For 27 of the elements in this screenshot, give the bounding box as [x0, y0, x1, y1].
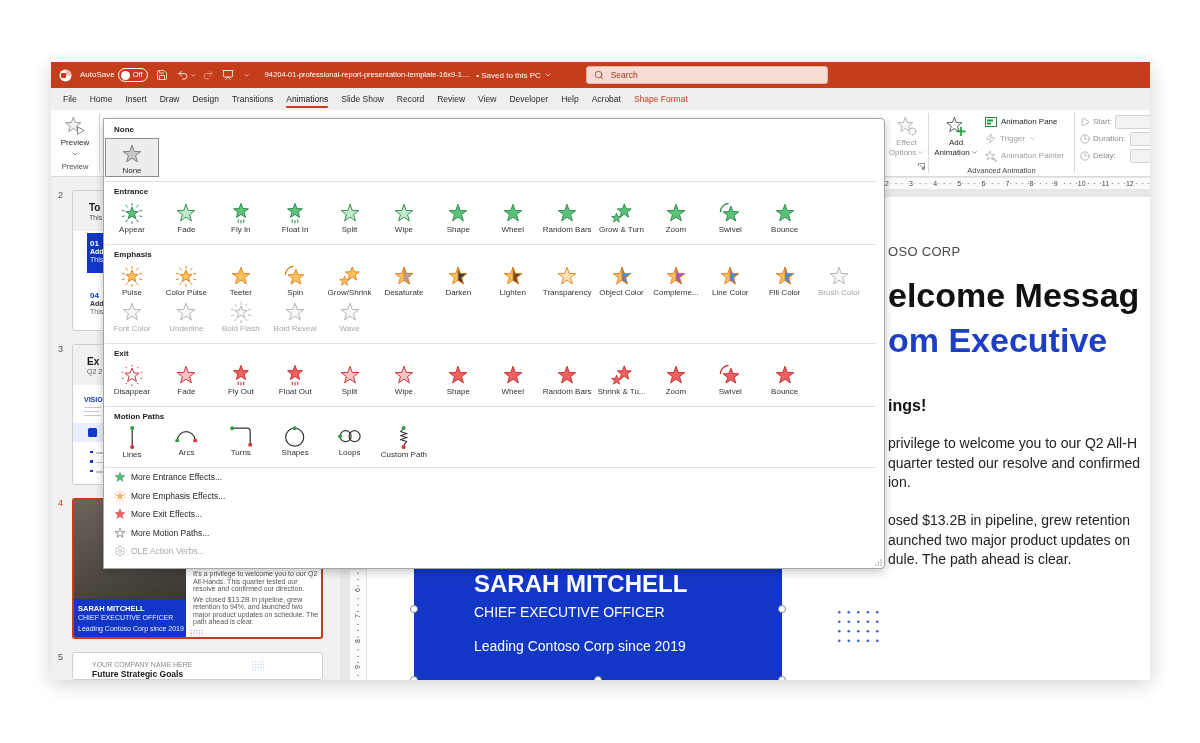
slide-number: 3: [58, 344, 64, 355]
profile-role: CHIEF EXECUTIVE OFFICER: [474, 603, 665, 621]
company-name: OSO CORP: [888, 244, 961, 260]
section-heading: Motion Paths: [114, 411, 165, 423]
greeting-text: ings!: [888, 396, 927, 416]
section-heading: None: [114, 124, 134, 136]
section-heading: Entrance: [114, 186, 149, 198]
slide-paragraph: privilege to welcome you to our Q2 All-H quarter tested our resolve and confirmed ion.: [888, 434, 1141, 492]
autosave-label: AutoSave: [80, 70, 115, 80]
profile-tagline: Leading Contoso Corp since 2019: [474, 637, 686, 655]
section-heading: Exit: [114, 348, 129, 360]
thumbnail-title: Future Strategic Goals: [92, 669, 184, 679]
slide-heading: elcome Messag: [888, 275, 1140, 315]
slide-number: 4: [58, 498, 64, 509]
timing-label: Duration:: [1093, 134, 1127, 143]
slide-subheading: om Executive: [888, 320, 1108, 360]
thumbnail-title: Ex: [87, 356, 100, 367]
profile-name: SARAH MITCHELL: [474, 570, 688, 598]
timing-label: Delay:: [1093, 151, 1117, 160]
agenda-number: 01: [90, 239, 99, 248]
slide-number: 5: [58, 652, 64, 663]
agenda-number: 04: [90, 291, 99, 300]
slide-paragraph: osed $13.2B in pipeline, grew retention aunched two major product updates on dule. The path ahead is clear.: [888, 511, 1131, 569]
thumbnail-title: To: [89, 202, 101, 213]
timing-label: Start:: [1093, 117, 1113, 126]
section-heading: Emphasis: [114, 249, 152, 261]
slide-number: 2: [58, 190, 64, 201]
